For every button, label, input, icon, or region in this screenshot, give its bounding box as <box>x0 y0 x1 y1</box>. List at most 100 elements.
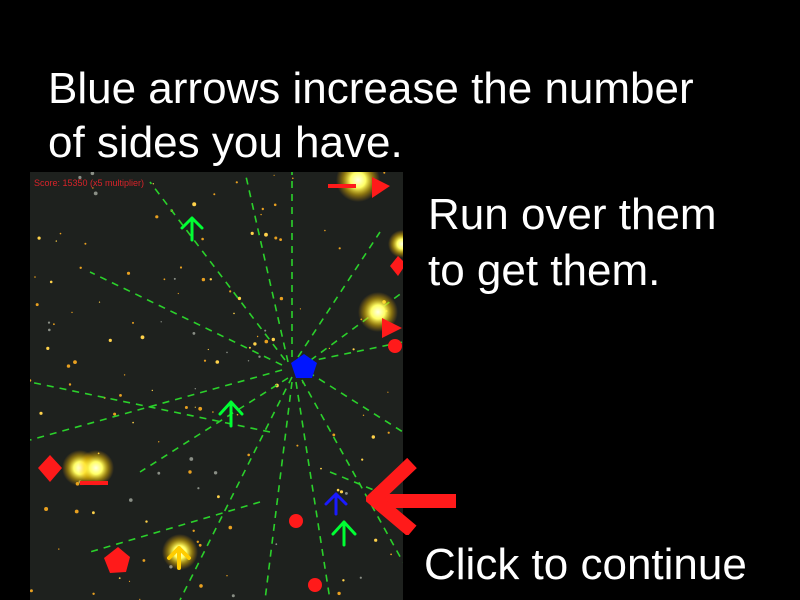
star <box>231 594 235 598</box>
star <box>247 360 250 362</box>
star <box>37 236 41 240</box>
star <box>123 374 126 376</box>
star <box>196 540 199 543</box>
star <box>30 589 33 593</box>
star <box>74 509 79 514</box>
star <box>173 277 176 280</box>
star <box>279 238 282 241</box>
star <box>59 232 62 235</box>
star <box>55 240 57 242</box>
star <box>92 511 95 515</box>
star <box>201 237 204 241</box>
blue-arrow-icon <box>324 492 348 516</box>
star <box>258 355 261 358</box>
star <box>188 470 192 474</box>
star <box>35 303 39 307</box>
star <box>197 487 200 490</box>
star <box>299 308 301 310</box>
tutorial-screen[interactable]: Blue arrows increase the number of sides… <box>0 0 800 600</box>
star <box>324 229 326 232</box>
star <box>203 359 207 362</box>
star <box>157 471 161 475</box>
star <box>151 389 153 392</box>
star <box>264 329 267 332</box>
star <box>128 580 131 582</box>
star <box>155 215 159 219</box>
star <box>160 321 162 323</box>
star <box>34 276 36 278</box>
star <box>292 177 294 180</box>
star <box>336 488 340 492</box>
star <box>273 203 277 207</box>
star <box>129 498 133 502</box>
green-arrow-icon <box>180 216 357 547</box>
star <box>66 364 71 368</box>
star <box>199 584 203 588</box>
star <box>217 495 220 499</box>
instruction-run-2: to get them. <box>428 246 661 295</box>
score-readout: Score: 15350 (x5 multiplier) <box>34 178 145 188</box>
star <box>352 348 355 351</box>
game-screenshot: Score: 15350 (x5 multiplier) <box>30 172 403 600</box>
star <box>194 406 196 408</box>
star <box>53 323 55 326</box>
star <box>228 525 233 530</box>
star <box>207 348 209 351</box>
star <box>271 337 275 342</box>
star <box>264 339 269 344</box>
star <box>209 278 212 281</box>
star <box>73 360 77 364</box>
star <box>93 191 98 196</box>
red-left-arrow-icon <box>366 457 456 535</box>
star <box>328 347 331 350</box>
star <box>58 548 60 550</box>
star <box>48 328 51 332</box>
star <box>192 332 196 335</box>
star <box>213 471 218 475</box>
star <box>383 172 386 174</box>
star <box>126 271 131 275</box>
star <box>158 441 160 443</box>
star <box>98 301 101 303</box>
star <box>226 575 228 577</box>
star <box>44 507 49 511</box>
star <box>179 266 183 269</box>
star <box>371 435 375 439</box>
star <box>261 207 264 211</box>
continue-button[interactable]: Click to continue <box>424 538 747 592</box>
star <box>142 559 146 562</box>
star <box>250 231 254 235</box>
star <box>108 338 112 342</box>
star <box>192 529 195 532</box>
star <box>253 342 257 346</box>
starfield <box>30 172 393 600</box>
star <box>362 414 365 416</box>
star <box>39 411 43 415</box>
star <box>189 457 194 461</box>
star <box>132 321 134 324</box>
star <box>49 280 53 284</box>
star <box>92 592 95 595</box>
star <box>198 406 203 411</box>
star <box>30 379 32 382</box>
star <box>229 290 232 293</box>
star <box>163 278 166 281</box>
star <box>332 433 336 437</box>
star <box>213 193 216 196</box>
star <box>260 213 262 216</box>
star <box>145 520 148 523</box>
star <box>256 335 259 338</box>
star <box>118 577 121 579</box>
star <box>177 292 179 295</box>
star <box>320 467 322 470</box>
star <box>113 412 117 416</box>
star <box>337 591 341 596</box>
game-field <box>30 172 403 600</box>
star <box>275 543 278 546</box>
star <box>274 236 278 240</box>
star <box>233 312 235 315</box>
star <box>236 413 239 416</box>
star <box>361 458 364 461</box>
star <box>184 406 188 409</box>
star <box>198 543 202 547</box>
